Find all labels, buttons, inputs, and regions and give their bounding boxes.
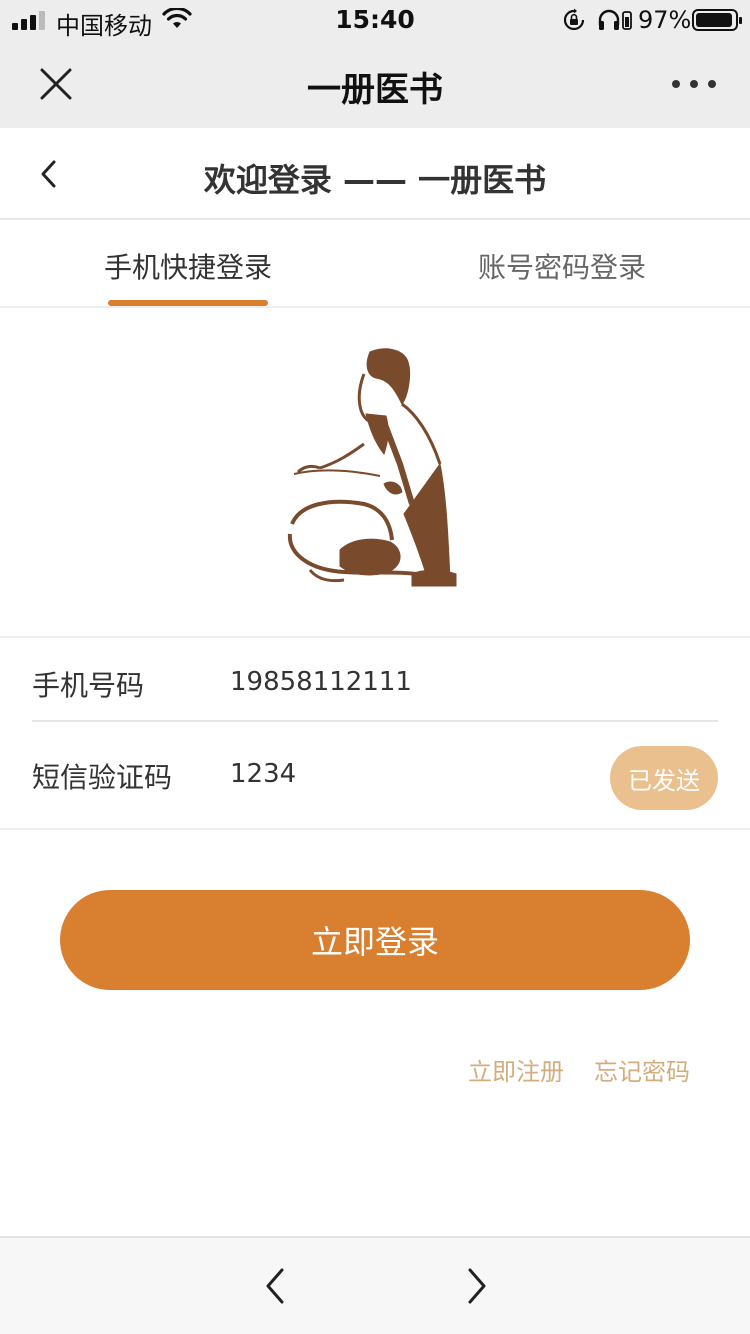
send-code-button[interactable]: 已发送 <box>610 746 718 810</box>
phone-input[interactable] <box>230 660 590 704</box>
battery-icon <box>692 9 742 31</box>
forgot-password-link[interactable]: 忘记密码 <box>594 1052 690 1087</box>
code-row: 短信验证码 已发送 <box>0 730 750 824</box>
status-bar: 中国移动 15:40 97% <box>0 0 750 40</box>
logo-physician-illustration <box>287 348 457 587</box>
register-link[interactable]: 立即注册 <box>468 1052 564 1087</box>
code-input[interactable] <box>230 752 590 796</box>
divider <box>0 828 750 830</box>
chevron-right-icon[interactable] <box>458 1264 494 1308</box>
tab-quick-login[interactable]: 手机快捷登录 <box>104 246 272 286</box>
wechat-title: 一册医书 <box>307 70 443 110</box>
page-title: 欢迎登录 —— 一册医书 <box>203 161 547 199</box>
chevron-left-icon[interactable] <box>258 1264 294 1308</box>
tab-active-indicator <box>108 300 268 306</box>
browser-bottom-bar <box>0 1236 750 1334</box>
more-icon[interactable] <box>672 64 716 104</box>
divider <box>32 720 718 722</box>
tab-account-login[interactable]: 账号密码登录 <box>478 246 646 286</box>
phone-row: 手机号码 <box>0 638 750 732</box>
phone-label: 手机号码 <box>32 669 145 702</box>
battery-percent: 97% <box>638 6 692 34</box>
code-label: 短信验证码 <box>32 761 173 794</box>
rotation-lock-icon <box>563 8 585 31</box>
login-button[interactable]: 立即登录 <box>60 890 690 990</box>
headphones-icon <box>598 9 632 30</box>
page-header: 欢迎登录 —— 一册医书 <box>0 128 750 220</box>
login-tabs: 手机快捷登录 账号密码登录 <box>0 222 750 308</box>
wechat-top-bar: 中国移动 15:40 97% 一册医书 <box>0 0 750 128</box>
